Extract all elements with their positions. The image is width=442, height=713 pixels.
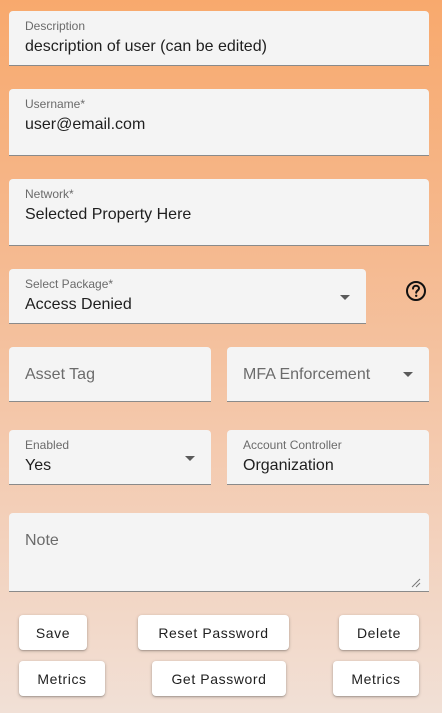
chevron-down-icon xyxy=(403,372,413,377)
username-field[interactable]: Username* user@email.com xyxy=(9,89,429,156)
enabled-label: Enabled xyxy=(25,438,70,452)
asset-tag-placeholder: Asset Tag xyxy=(25,366,95,383)
network-value[interactable]: Selected Property Here xyxy=(25,206,191,224)
delete-button[interactable]: Delete xyxy=(339,615,419,650)
package-value: Access Denied xyxy=(25,296,132,313)
note-placeholder: Note xyxy=(25,532,59,549)
package-label: Select Package* xyxy=(25,277,114,291)
reset-password-button[interactable]: Reset Password xyxy=(138,615,289,650)
chevron-down-icon xyxy=(185,456,195,461)
description-label: Description xyxy=(25,19,86,33)
mfa-enforcement-placeholder: MFA Enforcement xyxy=(243,366,371,383)
metrics-button[interactable]: Metrics xyxy=(19,661,105,696)
enabled-value: Yes xyxy=(25,457,52,474)
description-field[interactable]: Description description of user (can be … xyxy=(9,11,429,66)
network-label: Network* xyxy=(25,187,74,201)
enabled-select[interactable]: Enabled Yes xyxy=(9,430,211,485)
network-field[interactable]: Network* Selected Property Here xyxy=(9,179,429,246)
chevron-down-icon xyxy=(340,295,350,300)
note-textarea[interactable]: Note xyxy=(9,513,429,592)
mfa-enforcement-select[interactable]: MFA Enforcement xyxy=(227,347,429,402)
get-password-button[interactable]: Get Password xyxy=(152,661,286,696)
description-value[interactable]: description of user (can be edited) xyxy=(25,38,267,56)
save-button[interactable]: Save xyxy=(19,615,87,650)
account-controller-field[interactable]: Account Controller Organization xyxy=(227,430,429,485)
account-controller-value[interactable]: Organization xyxy=(243,457,334,475)
username-label: Username* xyxy=(25,97,86,111)
username-value[interactable]: user@email.com xyxy=(25,116,145,134)
account-controller-label: Account Controller xyxy=(243,438,342,452)
resize-handle-icon[interactable] xyxy=(411,575,421,588)
asset-tag-input[interactable]: Asset Tag xyxy=(9,347,211,402)
metrics-button-secondary[interactable]: Metrics xyxy=(333,661,419,696)
help-circle-icon[interactable] xyxy=(405,280,427,302)
package-select[interactable]: Select Package* Access Denied xyxy=(9,269,366,324)
